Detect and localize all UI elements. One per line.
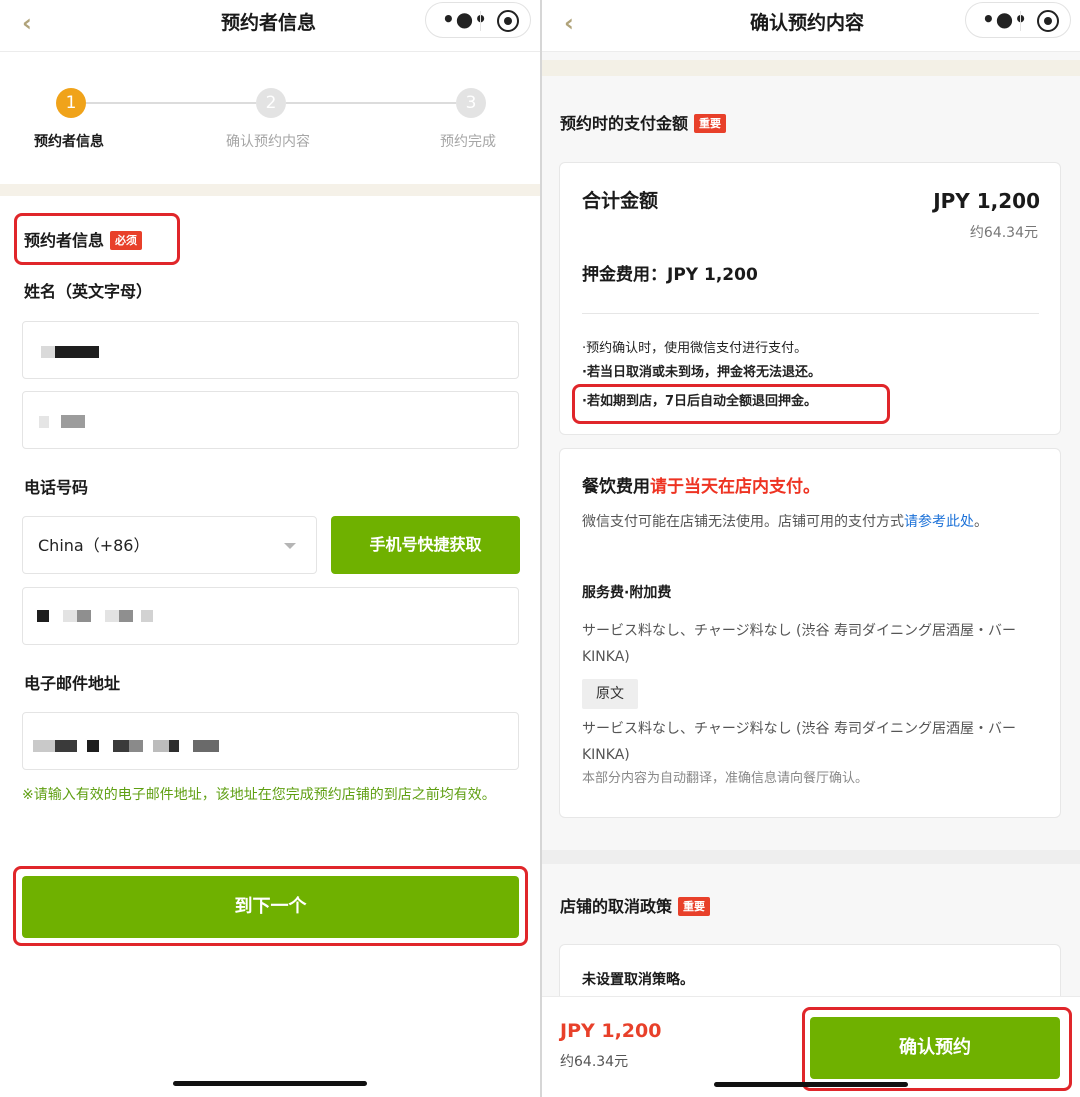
quick-phone-button[interactable]: 手机号快捷获取	[331, 516, 520, 574]
masked-text	[41, 346, 55, 358]
progress-steps: 1 2 3 预约者信息 确认预约内容 预约完成	[0, 52, 541, 184]
country-code-select[interactable]: China（+86）	[22, 516, 317, 574]
left-screen: ‹ 预约者信息 •●• 1 2 3 预约者信息 确认预约内容 预约完成 预约者信…	[0, 0, 541, 1097]
masked-text	[55, 346, 99, 358]
first-name-input[interactable]	[22, 391, 519, 449]
note-pay-on-confirm: ·预约确认时，使用微信支付进行支付。	[582, 341, 808, 356]
cancel-section-title: 店铺的取消政策 重要	[560, 896, 711, 918]
step-connector-1	[86, 102, 256, 104]
email-validity-note: ※请输入有效的电子邮件地址，该地址在您完成预约店铺的到店之前均有效。	[22, 787, 496, 803]
masked-text	[105, 610, 119, 622]
right-nav-bar: ‹ 确认预约内容 •●•	[542, 0, 1080, 52]
more-dots-icon[interactable]: •●•	[442, 8, 488, 30]
name-label: 姓名（英文字母）	[24, 282, 153, 301]
left-page-title: 预约者信息	[221, 12, 317, 34]
back-chevron-icon[interactable]: ‹	[22, 8, 32, 38]
left-nav-bar: ‹ 预约者信息 •●•	[0, 0, 541, 52]
target-circle-icon[interactable]	[497, 10, 519, 32]
cancel-policy-text: 未设置取消策略。	[582, 972, 694, 988]
step-3-label: 预约完成	[440, 134, 496, 150]
payment-section-title: 预约时的支付金额 重要	[560, 113, 727, 135]
masked-text	[63, 610, 77, 622]
masked-text	[39, 416, 49, 428]
section-separator	[542, 850, 1080, 864]
service-fee-text: サービス料なし、チャージ料なし (渋谷 寿司ダイニング居酒屋・バーKINKA)	[582, 623, 1016, 665]
total-value: JPY 1,200	[933, 189, 1040, 213]
country-code-value: China（+86）	[38, 536, 150, 555]
cancel-section-label: 店铺的取消政策	[560, 897, 673, 916]
total-cny: 约64.34元	[969, 225, 1038, 241]
highlight-booker-title	[14, 213, 180, 265]
masked-text	[61, 415, 85, 428]
section-separator	[542, 60, 1080, 76]
masked-text	[37, 610, 49, 622]
payment-section-label: 预约时的支付金额	[560, 114, 689, 133]
bottom-price: JPY 1,200	[560, 1020, 662, 1042]
masked-text	[55, 740, 77, 752]
home-indicator	[714, 1082, 908, 1087]
food-fee-line: 餐饮费用请于当天在店内支付。	[582, 476, 820, 498]
masked-text	[153, 740, 169, 752]
phone-label: 电话号码	[24, 478, 89, 497]
masked-text	[141, 610, 153, 622]
capsule-divider	[480, 11, 481, 31]
masked-text	[119, 610, 133, 622]
step-3-circle: 3	[456, 88, 486, 118]
step-1-circle: 1	[56, 88, 86, 118]
last-name-input[interactable]	[22, 321, 519, 379]
wechat-note-end: 。	[974, 514, 988, 530]
masked-text	[169, 740, 179, 752]
service-fee-original: サービス料なし、チャージ料なし (渋谷 寿司ダイニング居酒屋・バーKINKA)	[582, 721, 1016, 763]
home-indicator	[173, 1081, 367, 1086]
important-tag: 重要	[678, 897, 711, 916]
more-dots-icon[interactable]: •●•	[982, 8, 1028, 30]
masked-text	[129, 740, 143, 752]
masked-text	[33, 740, 55, 752]
card-divider	[582, 313, 1039, 314]
deposit-label: 押金费用：JPY 1,200	[582, 265, 758, 285]
masked-text	[113, 740, 129, 752]
phone-number-input[interactable]	[22, 587, 519, 645]
capsule-divider	[1020, 11, 1021, 31]
note-no-refund: ·若当日取消或未到场，押金将无法退还。	[582, 365, 821, 380]
service-fee-title: 服务费·附加费	[582, 585, 672, 601]
mini-program-capsule: •●•	[965, 2, 1071, 38]
email-input[interactable]	[22, 712, 519, 770]
dropdown-caret-icon	[284, 543, 296, 549]
wechat-pay-note: 微信支付可能在店铺无法使用。店铺可用的支付方式请参考此处。	[582, 510, 1038, 534]
masked-text	[193, 740, 219, 752]
step-connector-2	[286, 102, 456, 104]
food-fee-red: 请于当天在店内支付。	[650, 477, 820, 497]
section-separator	[0, 184, 541, 196]
masked-text	[87, 740, 99, 752]
highlight-confirm-button	[802, 1007, 1072, 1091]
highlight-refund-note	[572, 384, 890, 424]
target-circle-icon[interactable]	[1037, 10, 1059, 32]
email-label: 电子邮件地址	[24, 674, 121, 693]
auto-translate-note: 本部分内容为自动翻译，准确信息请向餐厅确认。	[582, 771, 869, 786]
wechat-note-text: 微信支付可能在店铺无法使用。店铺可用的支付方式	[582, 514, 904, 530]
bottom-cny: 约64.34元	[560, 1054, 629, 1070]
highlight-next-button	[13, 866, 528, 946]
step-2-circle: 2	[256, 88, 286, 118]
payment-methods-link[interactable]: 请参考此处	[904, 514, 974, 530]
important-tag: 重要	[694, 114, 727, 133]
masked-text	[77, 610, 91, 622]
right-page-title: 确认预约内容	[750, 12, 865, 34]
back-chevron-icon[interactable]: ‹	[564, 8, 574, 38]
original-text-button[interactable]: 原文	[582, 679, 638, 709]
mini-program-capsule: •●•	[425, 2, 531, 38]
food-fee-label: 餐饮费用	[582, 477, 650, 497]
total-label: 合计金额	[582, 190, 659, 212]
step-1-label: 预约者信息	[34, 134, 104, 150]
step-2-label: 确认预约内容	[226, 134, 310, 150]
